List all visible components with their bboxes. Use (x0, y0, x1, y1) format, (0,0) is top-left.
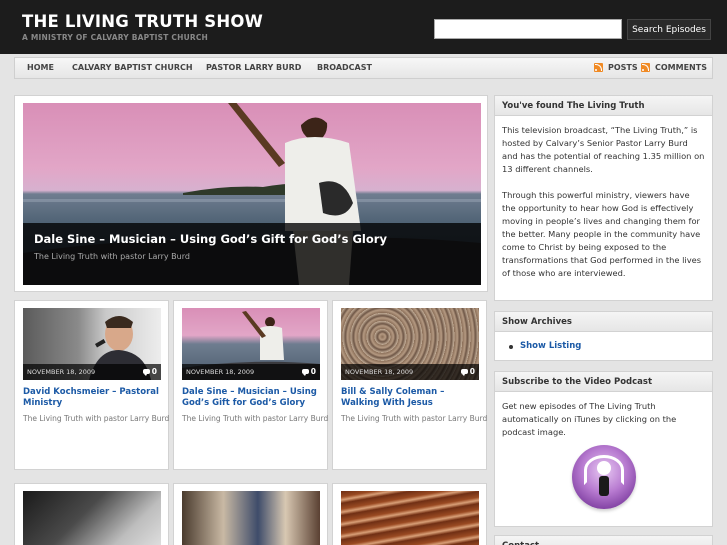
nav-item-broadcast[interactable]: BROADCAST (317, 63, 372, 72)
post-meta: NOVEMBER 18, 2009 0 (182, 364, 320, 380)
post-card (14, 483, 169, 545)
search-button[interactable]: Search Episodes (627, 19, 711, 40)
post-excerpt: The Living Truth with pastor Larry Burd (341, 414, 488, 423)
main-nav: HOME CALVARY BAPTIST CHURCH PASTOR LARRY… (14, 57, 713, 79)
featured-caption: Dale Sine – Musician – Using God’s Gift … (23, 223, 481, 285)
show-listing-link[interactable]: Show Listing (509, 340, 705, 353)
post-thumbnail[interactable] (341, 491, 479, 545)
post-thumbnail[interactable] (23, 491, 161, 545)
widget-title: Subscribe to the Video Podcast (495, 372, 712, 392)
about-paragraph: This television broadcast, “The Living T… (502, 125, 705, 174)
post-title[interactable]: Bill & Sally Coleman – Walking With Jesu… (341, 387, 481, 409)
featured-image[interactable]: Dale Sine – Musician – Using God’s Gift … (23, 103, 481, 285)
widget-title: Contact (495, 536, 712, 545)
post-date: NOVEMBER 18, 2009 (345, 368, 414, 376)
rss-icon (641, 63, 650, 72)
rss-icon (594, 63, 603, 72)
comment-bubble-icon (142, 369, 150, 376)
widget-body: This television broadcast, “The Living T… (495, 116, 712, 301)
post-card: NOVEMBER 18, 2009 0 Dale Sine – Musician… (173, 300, 328, 470)
site-header: THE LIVING TRUTH SHOW A MINISTRY OF CALV… (0, 0, 727, 54)
post-meta: NOVEMBER 18, 2009 0 (23, 364, 161, 380)
widget-podcast: Subscribe to the Video Podcast Get new e… (494, 371, 713, 527)
comment-bubble-icon (460, 369, 468, 376)
site-tagline: A MINISTRY OF CALVARY BAPTIST CHURCH (22, 33, 209, 42)
post-title[interactable]: David Kochsmeier – Pastoral Ministry (23, 387, 163, 409)
comment-count: 0 (469, 367, 475, 376)
post-thumbnail[interactable]: NOVEMBER 18, 2009 0 (182, 308, 320, 380)
post-excerpt: The Living Truth with pastor Larry Burd (23, 414, 170, 423)
widget-archives: Show Archives Show Listing (494, 311, 713, 361)
post-comment-count[interactable]: 0 (460, 367, 475, 376)
post-thumbnail[interactable]: NOVEMBER 18, 2009 0 (341, 308, 479, 380)
post-date: NOVEMBER 18, 2009 (186, 368, 255, 376)
post-title[interactable]: Dale Sine – Musician – Using God’s Gift … (182, 387, 322, 409)
featured-title[interactable]: Dale Sine – Musician – Using God’s Gift … (34, 232, 387, 246)
rss-comments-link[interactable]: COMMENTS (641, 63, 707, 72)
post-meta: NOVEMBER 18, 2009 0 (341, 364, 479, 380)
podcast-icon[interactable] (571, 445, 636, 509)
podcast-text: Get new episodes of The Living Truth aut… (502, 401, 677, 437)
rss-posts-label: POSTS (608, 63, 638, 72)
site-title[interactable]: THE LIVING TRUTH SHOW (22, 12, 263, 31)
nav-item-calvary-baptist-church[interactable]: CALVARY BAPTIST CHURCH (72, 63, 193, 72)
widget-title: You've found The Living Truth (495, 96, 712, 116)
widget-title: Show Archives (495, 312, 712, 332)
post-date: NOVEMBER 18, 2009 (27, 368, 96, 376)
post-card (173, 483, 328, 545)
post-card: NOVEMBER 18, 2009 0 David Kochsmeier – P… (14, 300, 169, 470)
post-card: NOVEMBER 18, 2009 0 Bill & Sally Coleman… (332, 300, 487, 470)
about-paragraph: Through this powerful ministry, viewers … (502, 190, 702, 278)
post-thumbnail[interactable]: NOVEMBER 18, 2009 0 (23, 308, 161, 380)
nav-item-home[interactable]: HOME (27, 63, 54, 72)
widget-body: Show Listing (495, 332, 712, 361)
search-input[interactable] (434, 19, 622, 39)
comment-count: 0 (310, 367, 316, 376)
post-card (332, 483, 487, 545)
comment-bubble-icon (301, 369, 309, 376)
post-comment-count[interactable]: 0 (142, 367, 157, 376)
widget-body: Get new episodes of The Living Truth aut… (495, 392, 712, 517)
featured-subtitle: The Living Truth with pastor Larry Burd (34, 252, 190, 261)
featured-post: Dale Sine – Musician – Using God’s Gift … (14, 95, 488, 292)
widget-about: You've found The Living Truth This telev… (494, 95, 713, 301)
nav-item-pastor-larry-burd[interactable]: PASTOR LARRY BURD (206, 63, 301, 72)
post-excerpt: The Living Truth with pastor Larry Burd (182, 414, 329, 423)
comment-count: 0 (151, 367, 157, 376)
rss-comments-label: COMMENTS (655, 63, 707, 72)
post-thumbnail[interactable] (182, 491, 320, 545)
widget-contact: Contact (494, 535, 713, 545)
post-comment-count[interactable]: 0 (301, 367, 316, 376)
rss-posts-link[interactable]: POSTS (594, 63, 638, 72)
